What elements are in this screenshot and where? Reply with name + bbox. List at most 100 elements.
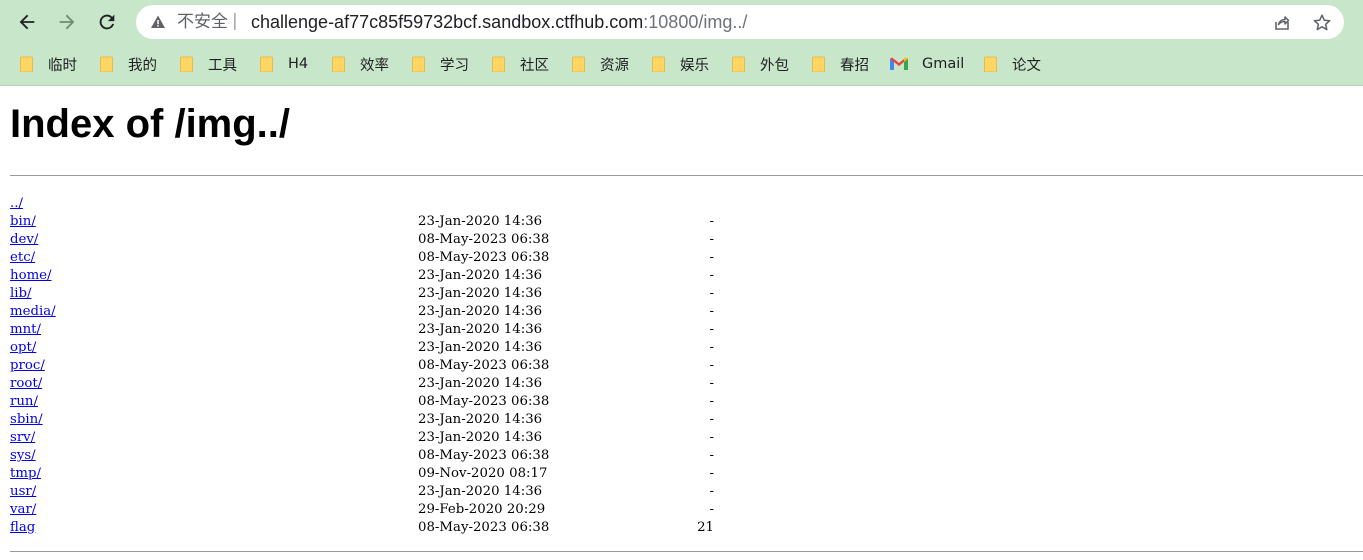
entry-size: -: [709, 340, 715, 355]
entry-link[interactable]: tmp/: [10, 465, 41, 483]
bookmark-star-icon[interactable]: [1312, 13, 1332, 33]
folder-icon: [100, 56, 113, 72]
entry-date: 08-May-2023 06:38: [418, 394, 550, 409]
top-divider: [10, 175, 1363, 176]
bookmark-folder[interactable]: 春招: [812, 50, 869, 78]
entry-link[interactable]: proc/: [10, 357, 45, 375]
entry-date: 08-May-2023 06:38: [418, 520, 550, 535]
bookmark-folder[interactable]: 效率: [332, 50, 389, 78]
gmail-icon: [890, 57, 908, 70]
entry-date: 23-Jan-2020 14:36: [418, 304, 543, 319]
entry-size: -: [709, 250, 715, 265]
entry-link[interactable]: lib/: [10, 285, 32, 303]
reload-button[interactable]: [92, 7, 122, 37]
folder-icon: [492, 56, 505, 72]
back-button[interactable]: [12, 7, 42, 37]
parent-directory-link[interactable]: ../: [10, 195, 23, 213]
folder-icon: [180, 56, 193, 72]
folder-icon: [332, 56, 345, 72]
page-content: Index of /img../ ../ bin/23-Jan-2020 14:…: [0, 86, 1363, 560]
bookmark-folder[interactable]: 临时: [20, 50, 77, 78]
entry-date: 29-Feb-2020 20:29: [418, 502, 546, 517]
url-separator: |: [232, 11, 238, 31]
bookmark-folder[interactable]: 工具: [180, 50, 237, 78]
bottom-divider: [10, 551, 1363, 552]
entry-date: 09-Nov-2020 08:17: [418, 466, 548, 481]
url-text[interactable]: challenge-af77c85f59732bcf.sandbox.ctfhu…: [251, 12, 747, 32]
security-status[interactable]: 不安全: [177, 12, 228, 32]
browser-toolbar: 不安全 | challenge-af77c85f59732bcf.sandbox…: [0, 0, 1363, 86]
arrow-left-icon: [19, 14, 35, 30]
warning-icon[interactable]: [150, 14, 166, 30]
bookmark-gmail[interactable]: Gmail: [890, 50, 964, 78]
bookmark-folder[interactable]: 娱乐: [652, 50, 709, 78]
entry-size: -: [709, 214, 715, 229]
bookmark-folder[interactable]: 外包: [732, 50, 789, 78]
entry-size: -: [709, 430, 715, 445]
forward-button[interactable]: [52, 7, 82, 37]
bookmark-folder[interactable]: 社区: [492, 50, 549, 78]
bookmark-folder[interactable]: 资源: [572, 50, 629, 78]
bookmark-folder[interactable]: 我的: [100, 50, 157, 78]
entry-link[interactable]: run/: [10, 393, 38, 411]
entry-date: 08-May-2023 06:38: [418, 250, 550, 265]
folder-icon: [652, 56, 665, 72]
entry-date: 23-Jan-2020 14:36: [418, 322, 543, 337]
entry-link[interactable]: home/: [10, 267, 52, 285]
entry-date: 23-Jan-2020 14:36: [418, 412, 543, 427]
folder-icon: [260, 56, 273, 72]
bookmark-folder[interactable]: H4: [260, 50, 308, 78]
folder-icon: [812, 56, 825, 72]
entry-date: 23-Jan-2020 14:36: [418, 286, 543, 301]
entry-date: 23-Jan-2020 14:36: [418, 268, 543, 283]
entry-size: 21: [697, 520, 714, 535]
entry-link[interactable]: mnt/: [10, 321, 41, 339]
entry-size: -: [709, 412, 715, 427]
entry-link[interactable]: dev/: [10, 231, 38, 249]
reload-icon: [99, 14, 115, 30]
entry-size: -: [709, 394, 715, 409]
folder-icon: [20, 56, 33, 72]
share-icon[interactable]: [1272, 13, 1292, 33]
folder-icon: [732, 56, 745, 72]
entry-link[interactable]: flag: [10, 519, 35, 537]
entry-link[interactable]: usr/: [10, 483, 36, 501]
entry-link[interactable]: var/: [10, 501, 36, 519]
folder-icon: [412, 56, 425, 72]
url-path: :10800/img../: [643, 12, 748, 32]
entry-size: -: [709, 286, 715, 301]
entry-size: -: [709, 232, 715, 247]
entry-size: -: [709, 466, 715, 481]
entry-link[interactable]: bin/: [10, 213, 36, 231]
page-title: Index of /img../: [10, 102, 291, 146]
entry-date: 08-May-2023 06:38: [418, 232, 550, 247]
entry-link[interactable]: media/: [10, 303, 56, 321]
entry-link[interactable]: sbin/: [10, 411, 43, 429]
entry-date: 23-Jan-2020 14:36: [418, 340, 543, 355]
address-bar[interactable]: 不安全 | challenge-af77c85f59732bcf.sandbox…: [136, 5, 1344, 39]
entry-date: 23-Jan-2020 14:36: [418, 430, 543, 445]
entry-date: 23-Jan-2020 14:36: [418, 214, 543, 229]
folder-icon: [572, 56, 585, 72]
entry-size: -: [709, 358, 715, 373]
entry-size: -: [709, 268, 715, 283]
bookmark-folder[interactable]: 论文: [984, 50, 1041, 78]
url-host: challenge-af77c85f59732bcf.sandbox.ctfhu…: [251, 12, 644, 32]
entry-date: 08-May-2023 06:38: [418, 448, 550, 463]
entry-size: -: [709, 304, 715, 319]
entry-size: -: [709, 502, 715, 517]
entry-size: -: [709, 376, 715, 391]
folder-icon: [984, 56, 997, 72]
entry-link[interactable]: srv/: [10, 429, 35, 447]
entry-size: -: [709, 448, 715, 463]
entry-link[interactable]: opt/: [10, 339, 36, 357]
entry-link[interactable]: sys/: [10, 447, 36, 465]
entry-link[interactable]: etc/: [10, 249, 35, 267]
entry-size: -: [709, 484, 715, 499]
entry-link[interactable]: root/: [10, 375, 42, 393]
bookmarks-bar: 临时 我的 工具 H4 效率 学习 社区 资源 娱乐 外包 春招 Gmail 论…: [0, 50, 1363, 78]
entry-size: -: [709, 322, 715, 337]
entry-date: 23-Jan-2020 14:36: [418, 376, 543, 391]
bookmark-folder[interactable]: 学习: [412, 50, 469, 78]
entry-date: 23-Jan-2020 14:36: [418, 484, 543, 499]
